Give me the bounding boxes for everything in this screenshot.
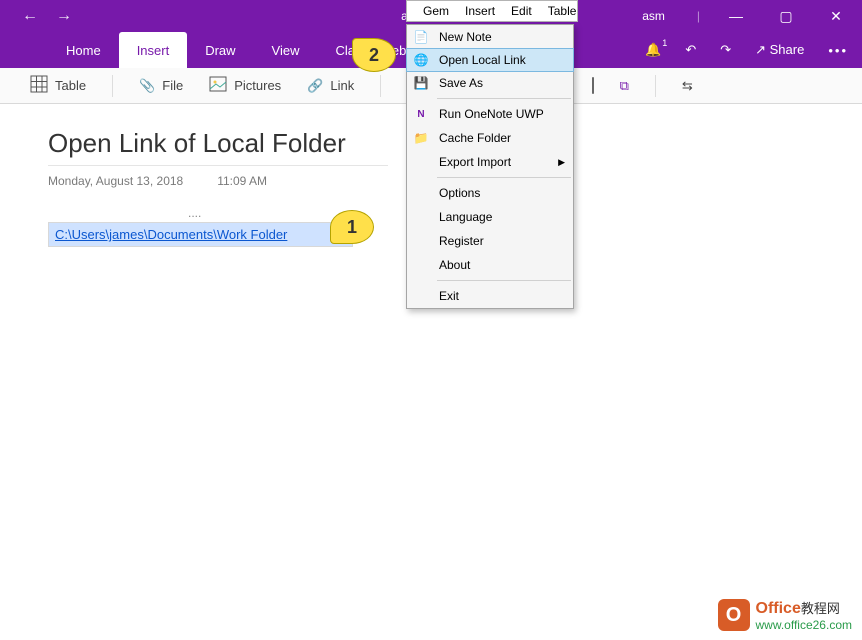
- back-arrow-icon[interactable]: ←: [22, 7, 38, 25]
- link-icon: 🔗: [307, 78, 323, 94]
- copy-icon[interactable]: ⧉: [620, 78, 629, 94]
- menu-cache-folder[interactable]: 📁 Cache Folder: [407, 126, 573, 150]
- close-button[interactable]: ✕: [822, 8, 850, 25]
- menu-separator: [437, 177, 571, 178]
- separator: [380, 75, 381, 97]
- gem-menu-gem[interactable]: Gem: [415, 2, 457, 20]
- tab-insert[interactable]: Insert: [119, 32, 188, 68]
- gem-menu-edit[interactable]: Edit: [503, 2, 540, 20]
- callout-1: 1: [330, 210, 374, 244]
- gem-menu-bar: Gem Insert Edit Table: [406, 0, 578, 22]
- separator: [655, 75, 656, 97]
- watermark: O Office教程网 www.office26.com: [718, 598, 853, 632]
- onenote-icon: N: [407, 109, 435, 120]
- save-icon: 💾: [407, 76, 435, 90]
- ribbon-table[interactable]: Table: [30, 75, 86, 96]
- watermark-logo-icon: O: [718, 599, 750, 631]
- picture-icon: [209, 75, 227, 96]
- ribbon-file[interactable]: 📎 File: [139, 78, 183, 94]
- separator: [112, 75, 113, 97]
- forward-arrow-icon[interactable]: →: [56, 7, 72, 25]
- tab-draw[interactable]: Draw: [187, 32, 253, 68]
- redo-icon[interactable]: ↷: [720, 42, 731, 58]
- new-note-icon: 📄: [407, 30, 435, 44]
- share-button[interactable]: ↗ Share: [755, 42, 804, 58]
- page-date: Monday, August 13, 2018: [48, 174, 183, 188]
- submenu-arrow-icon: ▶: [558, 157, 573, 168]
- menu-save-as[interactable]: 💾 Save As: [407, 71, 573, 95]
- menu-export-import[interactable]: Export Import ▶: [407, 150, 573, 174]
- menu-language[interactable]: Language: [407, 205, 573, 229]
- tab-home[interactable]: Home: [48, 32, 119, 68]
- gem-dropdown: 📄 New Note 🌐 Open Local Link 💾 Save As N…: [406, 24, 574, 309]
- undo-icon[interactable]: ↶: [685, 42, 696, 58]
- menu-about[interactable]: About: [407, 253, 573, 277]
- table-icon: [30, 75, 48, 96]
- folder-icon: 📁: [407, 131, 435, 145]
- minimize-button[interactable]: —: [722, 8, 750, 24]
- page-title[interactable]: Open Link of Local Folder: [48, 128, 388, 166]
- menu-register[interactable]: Register: [407, 229, 573, 253]
- gem-menu-insert[interactable]: Insert: [457, 2, 503, 20]
- local-folder-link[interactable]: C:\Users\james\Documents\Work Folder: [49, 223, 352, 246]
- maximize-button[interactable]: ▢: [772, 8, 800, 25]
- divider: |: [697, 9, 700, 23]
- equation-icon[interactable]: ⇆: [682, 78, 693, 94]
- paperclip-icon: 📎: [139, 78, 155, 94]
- page-time: 11:09 AM: [217, 174, 267, 188]
- menu-run-onenote-uwp[interactable]: N Run OneNote UWP: [407, 102, 573, 126]
- menu-new-note[interactable]: 📄 New Note: [407, 25, 573, 49]
- note-container[interactable]: C:\Users\james\Documents\Work Folder: [48, 222, 353, 247]
- sticker-icon[interactable]: [592, 78, 594, 93]
- menu-separator: [437, 280, 571, 281]
- menu-open-local-link[interactable]: 🌐 Open Local Link: [406, 48, 574, 72]
- ribbon-pictures[interactable]: Pictures: [209, 75, 281, 96]
- gem-menu-table[interactable]: Table: [540, 2, 585, 20]
- globe-link-icon: 🌐: [407, 53, 435, 67]
- more-icon[interactable]: •••: [828, 43, 848, 58]
- tab-view[interactable]: View: [254, 32, 318, 68]
- watermark-url: www.office26.com: [756, 618, 853, 632]
- menu-exit[interactable]: Exit: [407, 284, 573, 308]
- user-name[interactable]: asm: [642, 9, 665, 23]
- menu-options[interactable]: Options: [407, 181, 573, 205]
- menu-separator: [437, 98, 571, 99]
- callout-2: 2: [352, 38, 396, 72]
- ribbon-link[interactable]: 🔗 Link: [307, 78, 354, 94]
- bell-icon[interactable]: 🔔1: [645, 42, 661, 58]
